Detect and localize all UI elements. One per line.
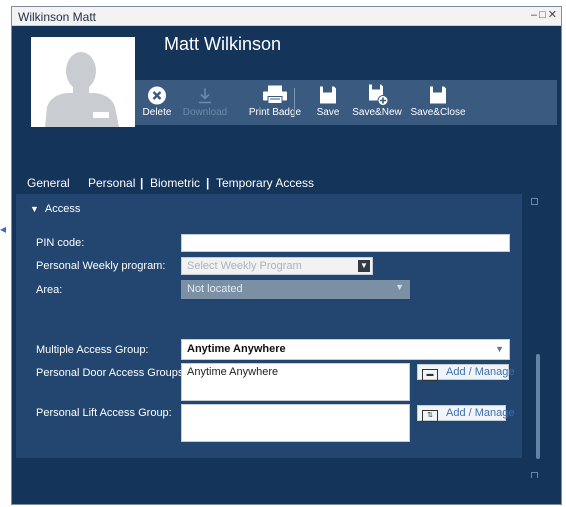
multiple-access-group-select[interactable]: Anytime Anywhere ▼ <box>181 339 510 360</box>
scroll-thumb[interactable] <box>536 354 540 459</box>
tab-temporary-access[interactable]: Temporary Access <box>216 176 314 190</box>
edge-marker: ◂ <box>0 222 7 236</box>
area-label: Area: <box>36 284 63 296</box>
dropdown-button-icon[interactable]: ▼ <box>358 260 370 272</box>
pin-code-label: PIN code: <box>36 237 85 249</box>
vertical-scrollbar[interactable] <box>527 194 541 480</box>
area-select[interactable]: Not located ▼ <box>181 280 410 299</box>
save-and-new-button[interactable]: Save&New <box>351 82 403 124</box>
tab-biometric[interactable]: Biometric <box>150 176 200 190</box>
save-and-new-label: Save&New <box>352 107 402 118</box>
floppy-disk-plus-icon <box>369 84 389 106</box>
printer-icon <box>263 85 287 104</box>
floppy-disk-icon <box>430 86 446 104</box>
save-button[interactable]: Save <box>313 82 343 124</box>
person-photo[interactable] <box>31 37 135 127</box>
door-access-groups-value: Anytime Anywhere <box>187 366 279 378</box>
tab-separator: | <box>206 176 210 190</box>
lift-icon: ⇅ <box>422 410 438 422</box>
person-silhouette-icon <box>31 37 135 127</box>
lift-add-manage-label: Add / Manage <box>446 407 515 419</box>
door-access-groups-label: Personal Door Access Groups: <box>36 367 187 379</box>
tab-personal[interactable]: Personal <box>88 176 135 190</box>
floppy-disk-icon <box>320 86 336 104</box>
close-icon[interactable]: ✕ <box>548 9 557 21</box>
weekly-program-label: Personal Weekly program: <box>36 260 166 272</box>
download-label: Download <box>182 107 228 118</box>
door-add-manage-button[interactable]: ▬ Add / Manage <box>417 364 515 381</box>
download-button[interactable]: Download <box>181 82 229 124</box>
weekly-program-select[interactable]: Select Weekly Program ▼ <box>181 257 373 275</box>
bottom-bar <box>16 478 542 492</box>
tab-separator: | <box>140 176 144 190</box>
area-value: Not located <box>187 283 243 295</box>
save-and-close-label: Save&Close <box>410 107 466 118</box>
access-section-header[interactable]: ▼ Access <box>30 203 80 215</box>
card-reader-icon: ▬ <box>422 369 438 381</box>
save-label: Save <box>316 107 340 118</box>
delete-label: Delete <box>142 107 172 118</box>
save-and-close-button[interactable]: Save&Close <box>410 82 466 124</box>
chevron-down-icon: ▼ <box>395 282 404 292</box>
chevron-down-icon: ▼ <box>495 344 504 354</box>
access-section-title: Access <box>44 203 81 215</box>
person-name: Matt Wilkinson <box>164 34 282 54</box>
delete-circle-icon <box>148 86 166 105</box>
toolbar: Delete Download Print Badge Save Save&Ne… <box>135 80 557 125</box>
download-arrow-icon <box>199 88 211 104</box>
window-title: Wilkinson Matt <box>18 10 97 24</box>
lift-access-group-label: Personal Lift Access Group: <box>36 407 172 419</box>
triangle-down-icon: ▼ <box>30 204 39 214</box>
minimize-icon[interactable]: – <box>531 9 537 21</box>
multiple-access-group-label: Multiple Access Group: <box>36 344 149 356</box>
lift-add-manage-button[interactable]: ⇅ Add / Manage <box>417 405 515 422</box>
toolbar-separator <box>294 88 295 116</box>
maximize-icon[interactable]: □ <box>539 9 546 21</box>
multiple-access-group-value: Anytime Anywhere <box>187 343 286 355</box>
lift-access-group-list[interactable] <box>181 404 410 442</box>
door-access-groups-list[interactable]: Anytime Anywhere <box>181 363 410 401</box>
weekly-program-placeholder: Select Weekly Program <box>187 260 302 272</box>
tab-general[interactable]: General <box>27 176 70 190</box>
scroll-up-icon[interactable] <box>531 198 538 205</box>
delete-button[interactable]: Delete <box>140 82 174 124</box>
title-bar: Wilkinson Matt – □ ✕ <box>12 7 561 26</box>
door-add-manage-label: Add / Manage <box>446 366 515 378</box>
pin-code-input[interactable] <box>181 234 510 252</box>
